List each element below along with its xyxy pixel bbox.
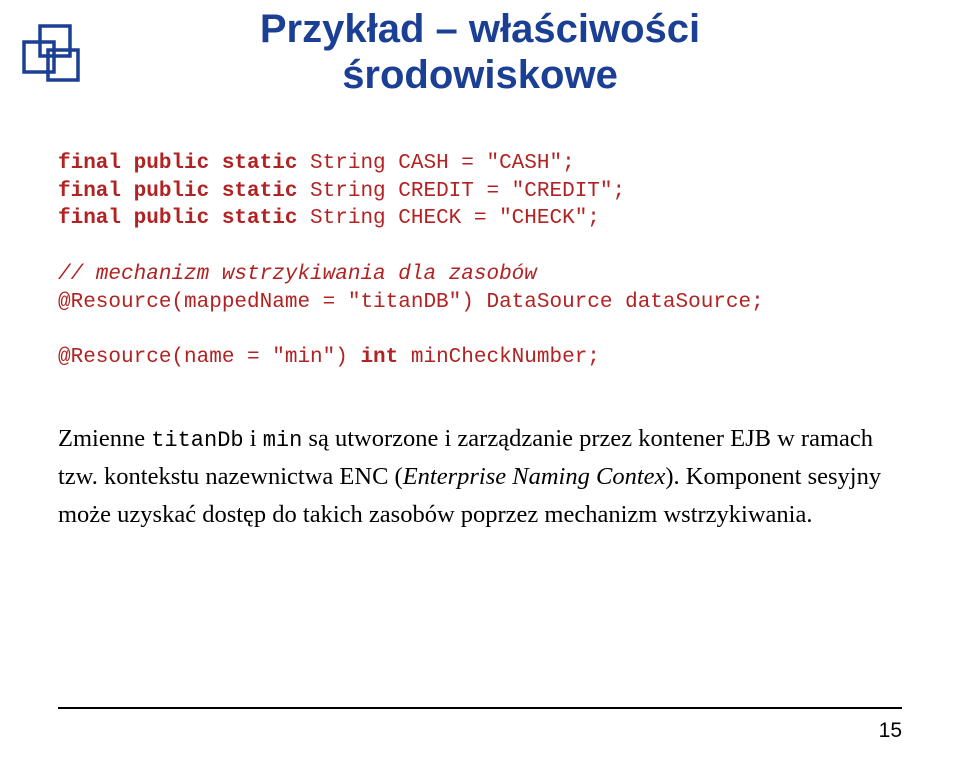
code-line-1a: final public static [58, 152, 310, 175]
body-ital: Enterprise Naming Contex [403, 463, 666, 490]
page-number: 15 [879, 719, 902, 743]
footer-divider [58, 707, 902, 709]
code-line-3a: final public static [58, 207, 310, 230]
code-line-2a: final public static [58, 180, 310, 203]
title-line-2: środowiskowe [342, 53, 618, 97]
code-line-5: @Resource(mappedName = "titanDB") DataSo… [58, 291, 764, 314]
code-line-6b: minCheckNumber; [398, 346, 600, 369]
code-line-6-kw: int [360, 346, 398, 369]
body-p1a: Zmienne [58, 425, 151, 452]
slide-title: Przykład – właściwości środowiskowe [0, 6, 960, 98]
code-line-3b: String CHECK = "CHECK"; [310, 207, 600, 230]
body-var1: titanDb [151, 428, 243, 453]
body-p1b: i [244, 425, 263, 452]
body-var2: min [263, 428, 303, 453]
code-comment: // mechanizm wstrzykiwania dla zasobów [58, 263, 537, 286]
slide-logo-icon [18, 20, 86, 88]
code-line-2b: String CREDIT = "CREDIT"; [310, 180, 625, 203]
code-line-6a: @Resource(name = "min") [58, 346, 360, 369]
code-block: final public static String CASH = "CASH"… [58, 150, 960, 372]
title-line-1: Przykład – właściwości [260, 7, 700, 51]
body-paragraph: Zmienne titanDb i min są utworzone i zar… [58, 420, 902, 534]
code-line-1b: String CASH = "CASH"; [310, 152, 575, 175]
